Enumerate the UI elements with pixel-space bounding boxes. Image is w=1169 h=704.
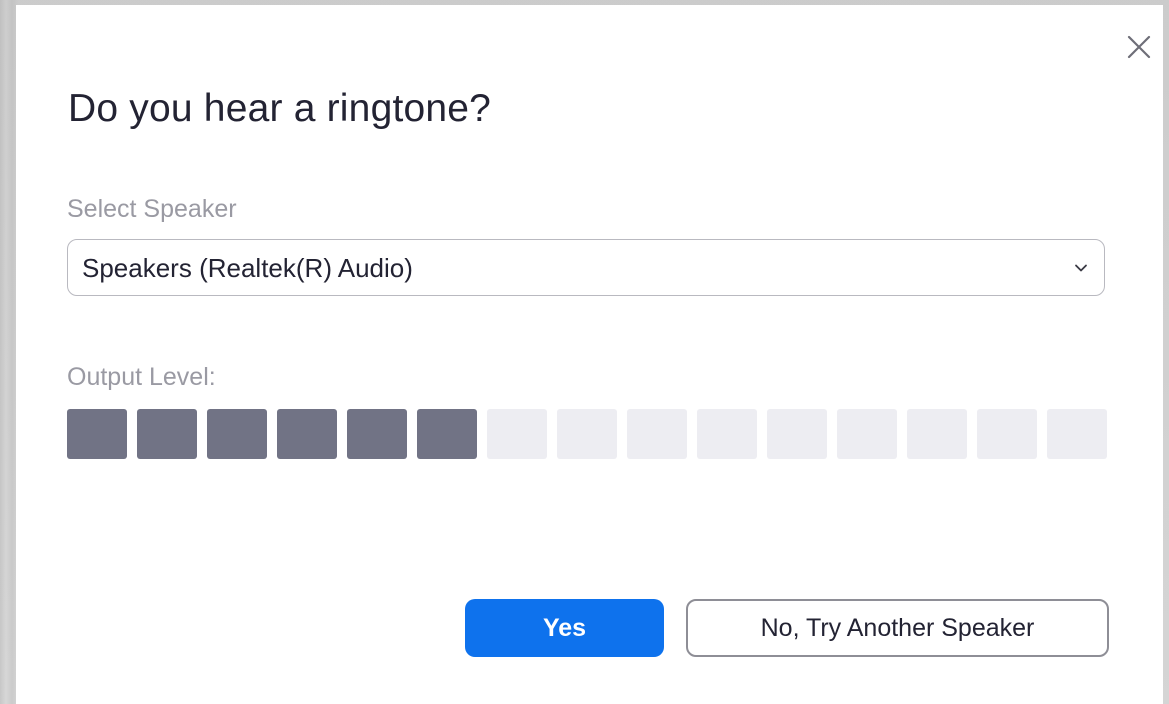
level-segment-active <box>417 409 477 459</box>
close-button[interactable] <box>1119 27 1159 67</box>
close-icon <box>1127 35 1151 59</box>
level-segment-active <box>137 409 197 459</box>
chevron-down-icon <box>1075 264 1087 272</box>
level-segment-inactive <box>487 409 547 459</box>
level-segment-inactive <box>557 409 617 459</box>
audio-test-dialog: Do you hear a ringtone? Select Speaker S… <box>16 5 1163 704</box>
level-segment-active <box>277 409 337 459</box>
level-segment-active <box>347 409 407 459</box>
select-speaker-label: Select Speaker <box>67 195 237 223</box>
yes-button[interactable]: Yes <box>465 599 664 657</box>
level-segment-inactive <box>627 409 687 459</box>
level-segment-active <box>67 409 127 459</box>
output-level-meter <box>67 409 1110 459</box>
level-segment-active <box>207 409 267 459</box>
level-segment-inactive <box>837 409 897 459</box>
level-segment-inactive <box>907 409 967 459</box>
level-segment-inactive <box>767 409 827 459</box>
try-another-speaker-button[interactable]: No, Try Another Speaker <box>686 599 1109 657</box>
dialog-title: Do you hear a ringtone? <box>68 87 492 130</box>
output-level-label: Output Level: <box>67 363 216 391</box>
speaker-select[interactable]: Speakers (Realtek(R) Audio) <box>67 239 1105 296</box>
level-segment-inactive <box>1047 409 1107 459</box>
speaker-select-value: Speakers (Realtek(R) Audio) <box>82 253 413 283</box>
level-segment-inactive <box>977 409 1037 459</box>
level-segment-inactive <box>697 409 757 459</box>
